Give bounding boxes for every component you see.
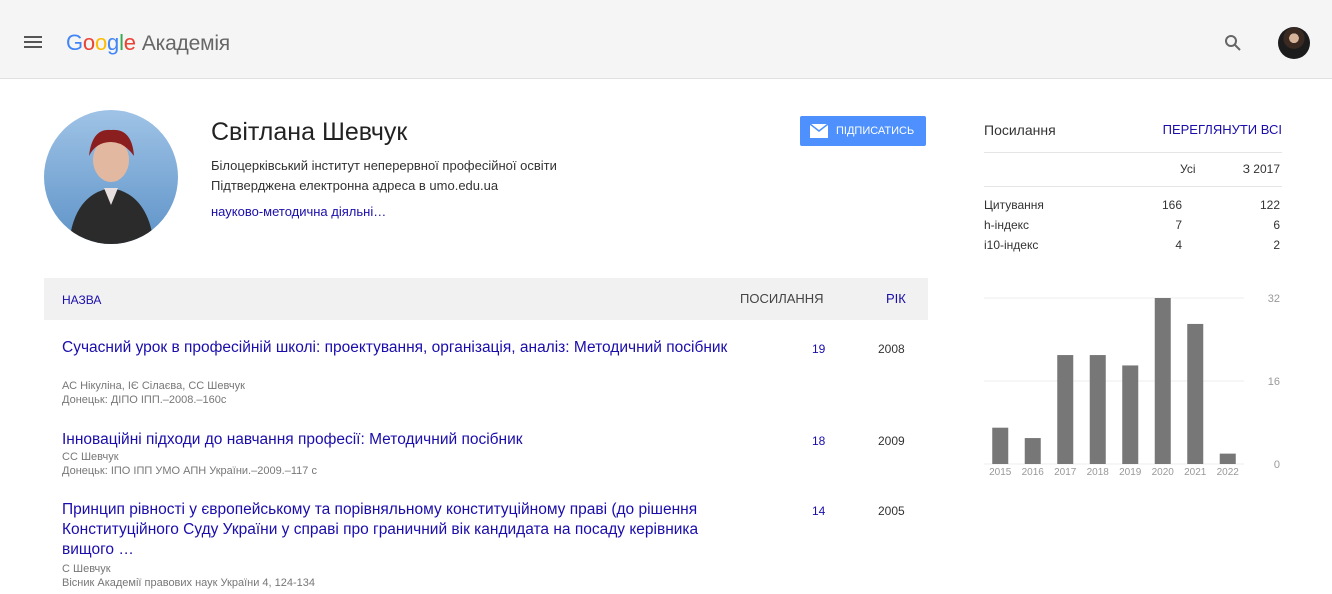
x-tick-label: 2016 [1022,467,1045,478]
metric-label: i10-індекс [984,238,1039,252]
metric-label: h-індекс [984,218,1030,232]
x-tick-label: 2015 [989,467,1012,478]
y-tick-label: 0 [1274,459,1280,471]
sort-by-cited[interactable]: ПОСИЛАННЯ [740,291,824,306]
cited-count[interactable]: 14 [812,504,825,518]
article-title[interactable]: Сучасний урок в професійній школі: проек… [62,338,738,358]
article-title[interactable]: Інноваційні підходи до навчання професії… [62,430,738,450]
divider [984,186,1282,187]
metric-since: 2 [1273,238,1280,252]
citations-chart: 32 16 0 2015 2016 2017 2018 2019 2020 2021 2022 [984,293,1280,478]
chart-bar[interactable] [992,427,1009,464]
follow-button[interactable]: ПІДПИСАТИСЬ [800,116,926,146]
profile-name: Світлана Шевчук [211,118,408,146]
article-authors: СС Шевчук [62,451,119,463]
metric-all: 4 [1175,238,1182,252]
chart-bar[interactable] [1219,453,1236,464]
metric-all: 166 [1161,198,1182,212]
interest-link[interactable]: науково-методична діяльні… [211,204,386,219]
divider [984,152,1282,153]
sort-by-year[interactable]: РІК [886,291,906,306]
table-header: НАЗВА ПОСИЛАННЯ РІК [44,278,928,320]
metric-since: 6 [1273,218,1280,232]
article-authors: АС Нікуліна, ІЄ Сілаєва, СС Шевчук [62,380,245,392]
account-avatar[interactable] [1278,27,1310,59]
metric-all: 7 [1175,218,1182,232]
sort-by-title[interactable]: НАЗВА [62,293,101,307]
follow-label: ПІДПИСАТИСЬ [836,125,915,137]
article-source: Вісник Академії правових наук України 4,… [62,577,316,589]
y-tick-label: 32 [1268,293,1280,305]
search-icon[interactable] [1224,34,1242,52]
hamburger-menu-icon[interactable] [24,36,42,48]
chart-bar[interactable] [1187,323,1204,464]
profile-photo [44,110,178,244]
logo-product: Академія [141,32,230,55]
chart-bar[interactable] [1024,438,1041,464]
view-all-link[interactable]: ПЕРЕГЛЯНУТИ ВСІ [1163,122,1282,137]
x-tick-label: 2018 [1087,467,1110,478]
article-year: 2005 [878,504,905,518]
article-title[interactable]: Принцип рівності у європейському та порі… [62,500,738,560]
verified-email: Підтверджена електронна адреса в umo.edu… [211,178,499,193]
chart-bar[interactable] [1089,355,1106,464]
google-scholar-logo[interactable]: Google Академія [66,30,230,56]
col-since: З 2017 [1242,162,1280,176]
mail-icon [810,124,828,138]
metric-label: Цитування [984,198,1044,212]
x-tick-label: 2020 [1152,467,1175,478]
y-tick-label: 16 [1268,376,1280,388]
cited-count[interactable]: 18 [812,434,825,448]
chart-bar[interactable] [1122,365,1139,464]
x-tick-label: 2017 [1054,467,1077,478]
x-tick-label: 2019 [1119,467,1142,478]
metrics-title: Посилання [984,122,1056,138]
x-tick-label: 2022 [1217,467,1240,478]
chart-bar[interactable] [1154,298,1171,464]
chart-bar[interactable] [1057,355,1074,464]
article-year: 2008 [878,342,905,356]
article-year: 2009 [878,434,905,448]
article-source: Донецьк: ДІПО ІПП.–2008.–160с [62,394,227,406]
article-authors: С Шевчук [62,563,111,575]
metric-since: 122 [1259,198,1280,212]
article-source: Донецьк: ІПО ІПП УМО АПН України.–2009.–… [62,465,317,477]
profile-affiliation: Білоцерківський інститут неперервної про… [211,156,557,196]
x-tick-label: 2021 [1184,467,1207,478]
col-all: Усі [1180,162,1196,176]
affiliation-text: Білоцерківський інститут неперервної про… [211,158,557,173]
cited-count[interactable]: 19 [812,342,825,356]
top-bar: Google Академія [0,0,1332,79]
